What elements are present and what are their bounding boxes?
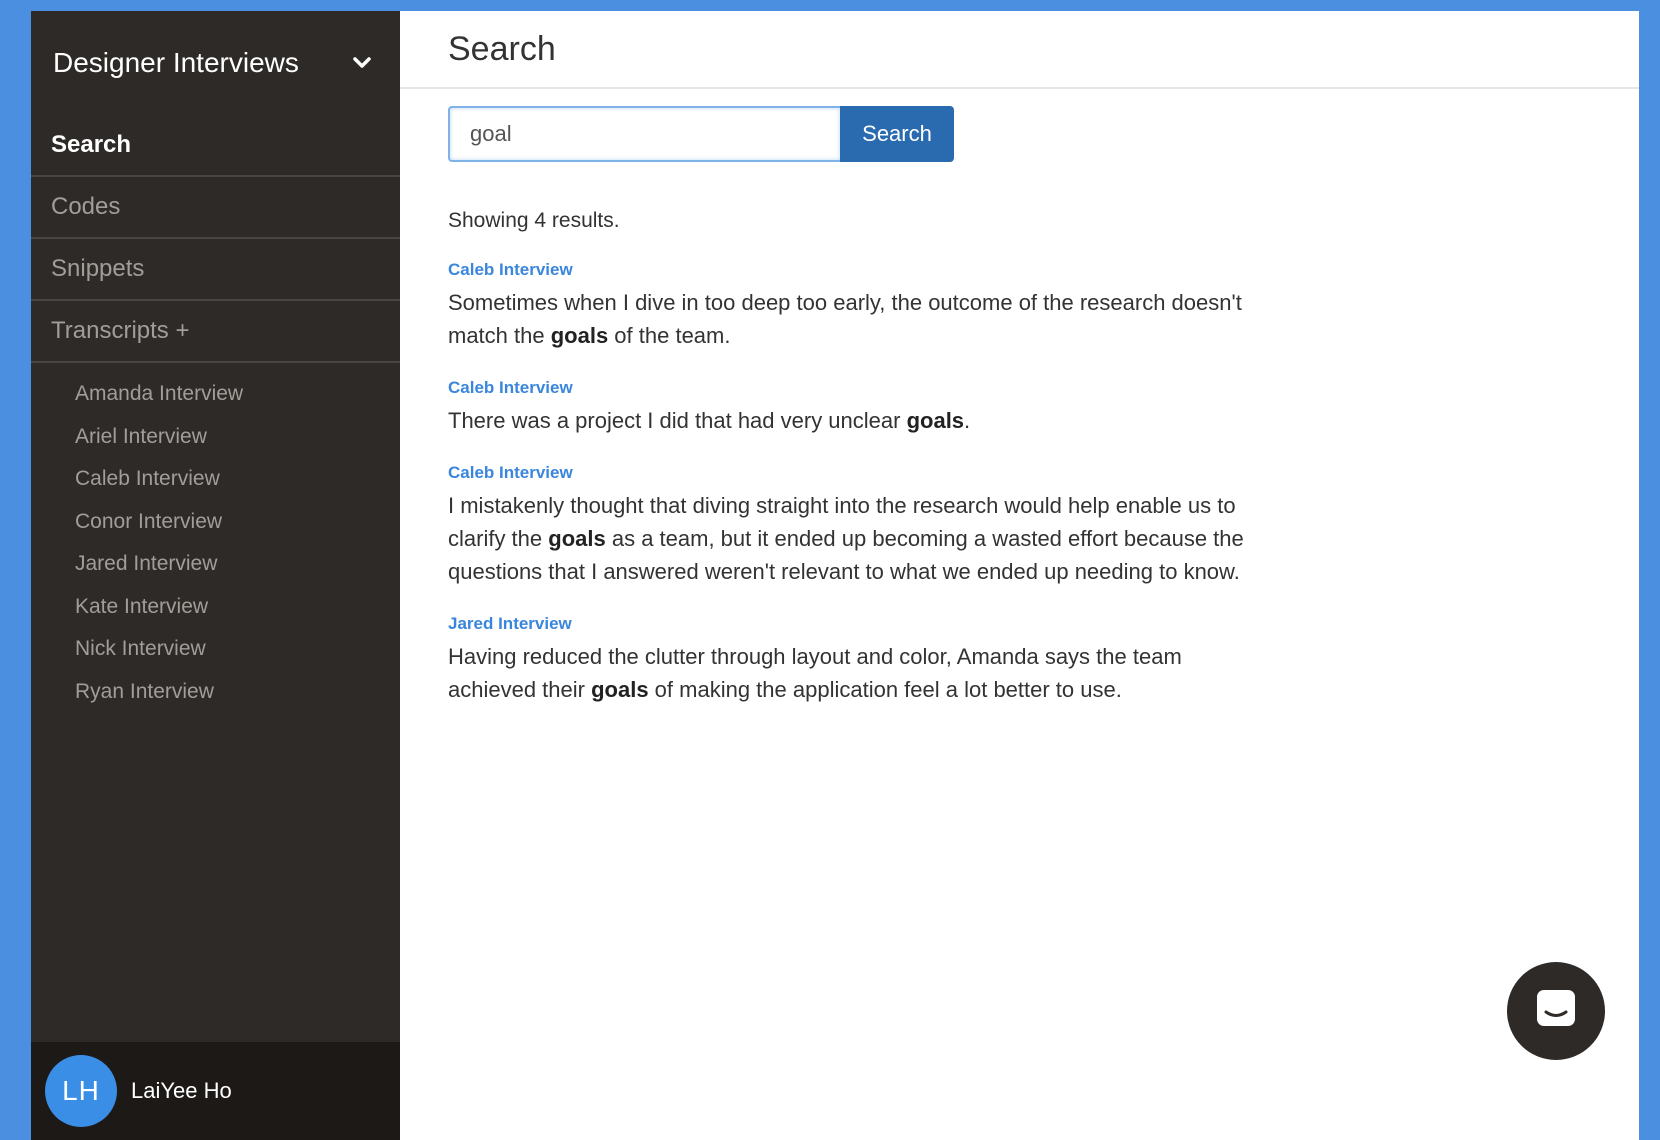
snippet-match: goals xyxy=(906,408,965,433)
transcript-item[interactable]: Amanda Interview xyxy=(31,373,400,416)
snippet-text: of making the application feel a lot bet… xyxy=(648,677,1122,702)
project-switcher[interactable]: Designer Interviews xyxy=(31,11,400,115)
result-snippet: There was a project I did that had very … xyxy=(448,404,1248,437)
chat-launcher-button[interactable] xyxy=(1507,962,1605,1060)
result-snippet: Sometimes when I dive in too deep too ea… xyxy=(448,286,1248,352)
result-source-link[interactable]: Jared Interview xyxy=(448,614,572,634)
nav-item-codes[interactable]: Codes xyxy=(31,177,400,239)
result-snippet: Having reduced the clutter through layou… xyxy=(448,640,1248,706)
transcript-item[interactable]: Nick Interview xyxy=(31,628,400,671)
page-header: Search xyxy=(400,11,1639,89)
nav-item-transcripts[interactable]: Transcripts + xyxy=(31,301,400,363)
snippet-match: goals xyxy=(550,323,609,348)
nav-item-label: Codes xyxy=(51,193,121,220)
result-snippet: I mistakenly thought that diving straigh… xyxy=(448,489,1248,588)
snippet-match: goals xyxy=(548,526,606,551)
snippet-text: There was a project I did that had very … xyxy=(448,408,907,433)
snippet-match: goals xyxy=(591,677,649,702)
transcript-item[interactable]: Conor Interview xyxy=(31,501,400,544)
search-result: Caleb Interview There was a project I di… xyxy=(448,378,1248,437)
search-button[interactable]: Search xyxy=(840,106,954,162)
nav-item-snippets[interactable]: Snippets xyxy=(31,239,400,301)
user-name: LaiYee Ho xyxy=(131,1078,232,1103)
project-title: Designer Interviews xyxy=(53,47,299,78)
search-form: Search xyxy=(448,106,954,162)
main-content: Search Search Showing 4 results. Caleb I… xyxy=(400,11,1639,1140)
nav-item-label: Snippets xyxy=(51,255,145,282)
search-result: Caleb Interview I mistakenly thought tha… xyxy=(448,463,1248,588)
results-list: Caleb Interview Sometimes when I dive in… xyxy=(448,260,1248,732)
nav-item-label: Search xyxy=(51,131,132,158)
nav-item-search[interactable]: Search xyxy=(31,115,400,177)
sidebar: Designer Interviews Search Codes Snippet… xyxy=(31,11,400,1140)
page-title: Search xyxy=(448,29,556,68)
snippet-text: . xyxy=(964,408,971,433)
user-profile[interactable]: LH LaiYee Ho xyxy=(31,1042,400,1140)
transcript-item[interactable]: Caleb Interview xyxy=(31,458,400,501)
transcript-item[interactable]: Kate Interview xyxy=(31,586,400,629)
transcripts-list: Amanda Interview Ariel Interview Caleb I… xyxy=(31,363,400,713)
chevron-down-icon[interactable] xyxy=(350,51,374,75)
search-input[interactable] xyxy=(448,106,840,162)
chat-icon xyxy=(1533,986,1579,1037)
search-result: Caleb Interview Sometimes when I dive in… xyxy=(448,260,1248,352)
app-window: Designer Interviews Search Codes Snippet… xyxy=(31,11,1639,1140)
search-result: Jared Interview Having reduced the clutt… xyxy=(448,614,1248,706)
result-source-link[interactable]: Caleb Interview xyxy=(448,260,573,280)
avatar: LH xyxy=(45,1055,117,1127)
nav-item-label: Transcripts + xyxy=(51,317,190,344)
transcript-item[interactable]: Ariel Interview xyxy=(31,416,400,459)
result-source-link[interactable]: Caleb Interview xyxy=(448,378,573,398)
results-count: Showing 4 results. xyxy=(448,209,620,232)
transcript-item[interactable]: Jared Interview xyxy=(31,543,400,586)
result-source-link[interactable]: Caleb Interview xyxy=(448,463,573,483)
transcript-item[interactable]: Ryan Interview xyxy=(31,671,400,714)
snippet-text: of the team. xyxy=(608,323,731,348)
